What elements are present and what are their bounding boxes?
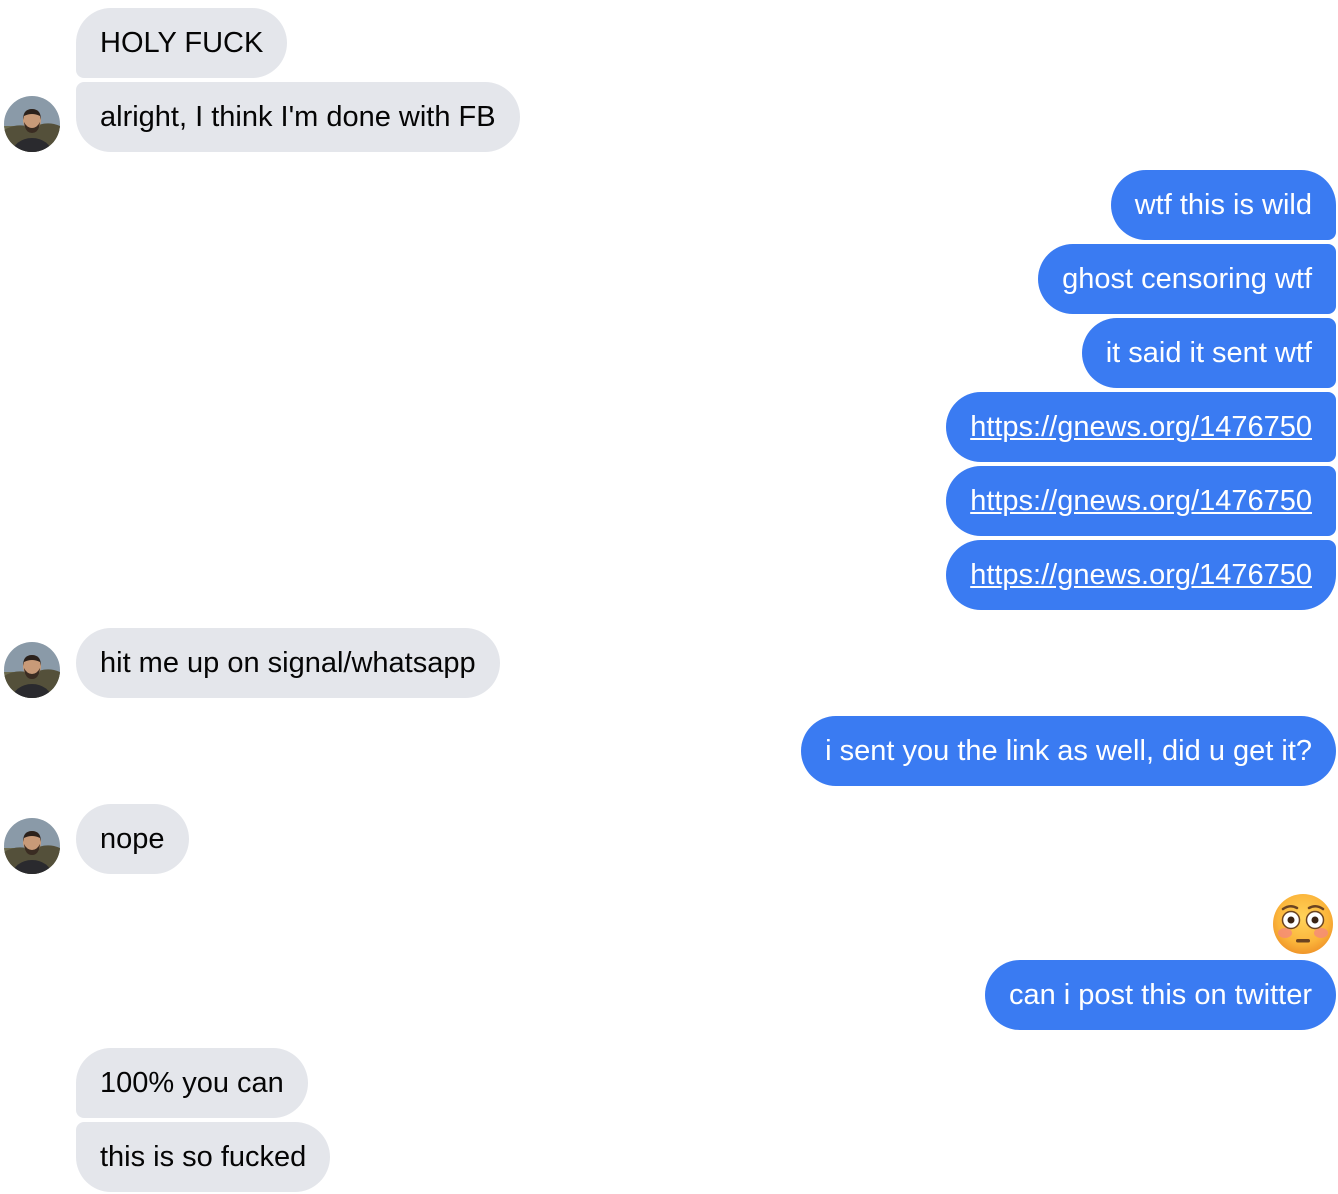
message-text: hit me up on signal/whatsapp [100,646,476,679]
incoming-message-bubble[interactable]: hit me up on signal/whatsapp [76,628,500,698]
message-text: 100% you can [100,1066,284,1099]
outgoing-message-bubble[interactable]: it said it sent wtf [1081,318,1336,388]
contact-avatar[interactable] [4,96,60,152]
outgoing-message-bubble[interactable]: can i post this on twitter [984,960,1336,1030]
contact-avatar[interactable] [4,642,60,698]
outgoing-message-bubble[interactable]: ghost censoring wtf [1038,244,1336,314]
message-link[interactable]: https://gnews.org/1476750 [970,485,1312,518]
outgoing-message-bubble[interactable]: wtf this is wild [1110,170,1336,240]
incoming-message-bubble[interactable]: nope [76,804,189,874]
message-text: HOLY FUCK [100,26,264,59]
contact-avatar[interactable] [4,818,60,874]
message-text: can i post this on twitter [1008,978,1312,1011]
flushed-face-emoji-icon[interactable] [1272,893,1334,955]
incoming-message-bubble[interactable]: HOLY FUCK [76,8,288,78]
message-text: it said it sent wtf [1105,336,1312,369]
incoming-message-bubble[interactable]: 100% you can [76,1048,308,1118]
message-text: i sent you the link as well, did u get i… [825,734,1312,767]
incoming-message-bubble[interactable]: alright, I think I'm done with FB [76,82,520,152]
message-link[interactable]: https://gnews.org/1476750 [970,411,1312,444]
message-text: alright, I think I'm done with FB [100,100,496,133]
outgoing-message-bubble[interactable]: https://gnews.org/1476750 [946,540,1336,610]
message-text: wtf this is wild [1134,188,1312,221]
message-text: nope [100,822,165,855]
outgoing-message-bubble[interactable]: https://gnews.org/1476750 [946,392,1336,462]
message-text: ghost censoring wtf [1062,262,1312,295]
message-link[interactable]: https://gnews.org/1476750 [970,559,1312,592]
incoming-message-bubble[interactable]: this is so fucked [76,1122,331,1192]
outgoing-message-bubble[interactable]: i sent you the link as well, did u get i… [801,716,1336,786]
message-text: this is so fucked [100,1140,307,1173]
outgoing-message-bubble[interactable]: https://gnews.org/1476750 [946,466,1336,536]
